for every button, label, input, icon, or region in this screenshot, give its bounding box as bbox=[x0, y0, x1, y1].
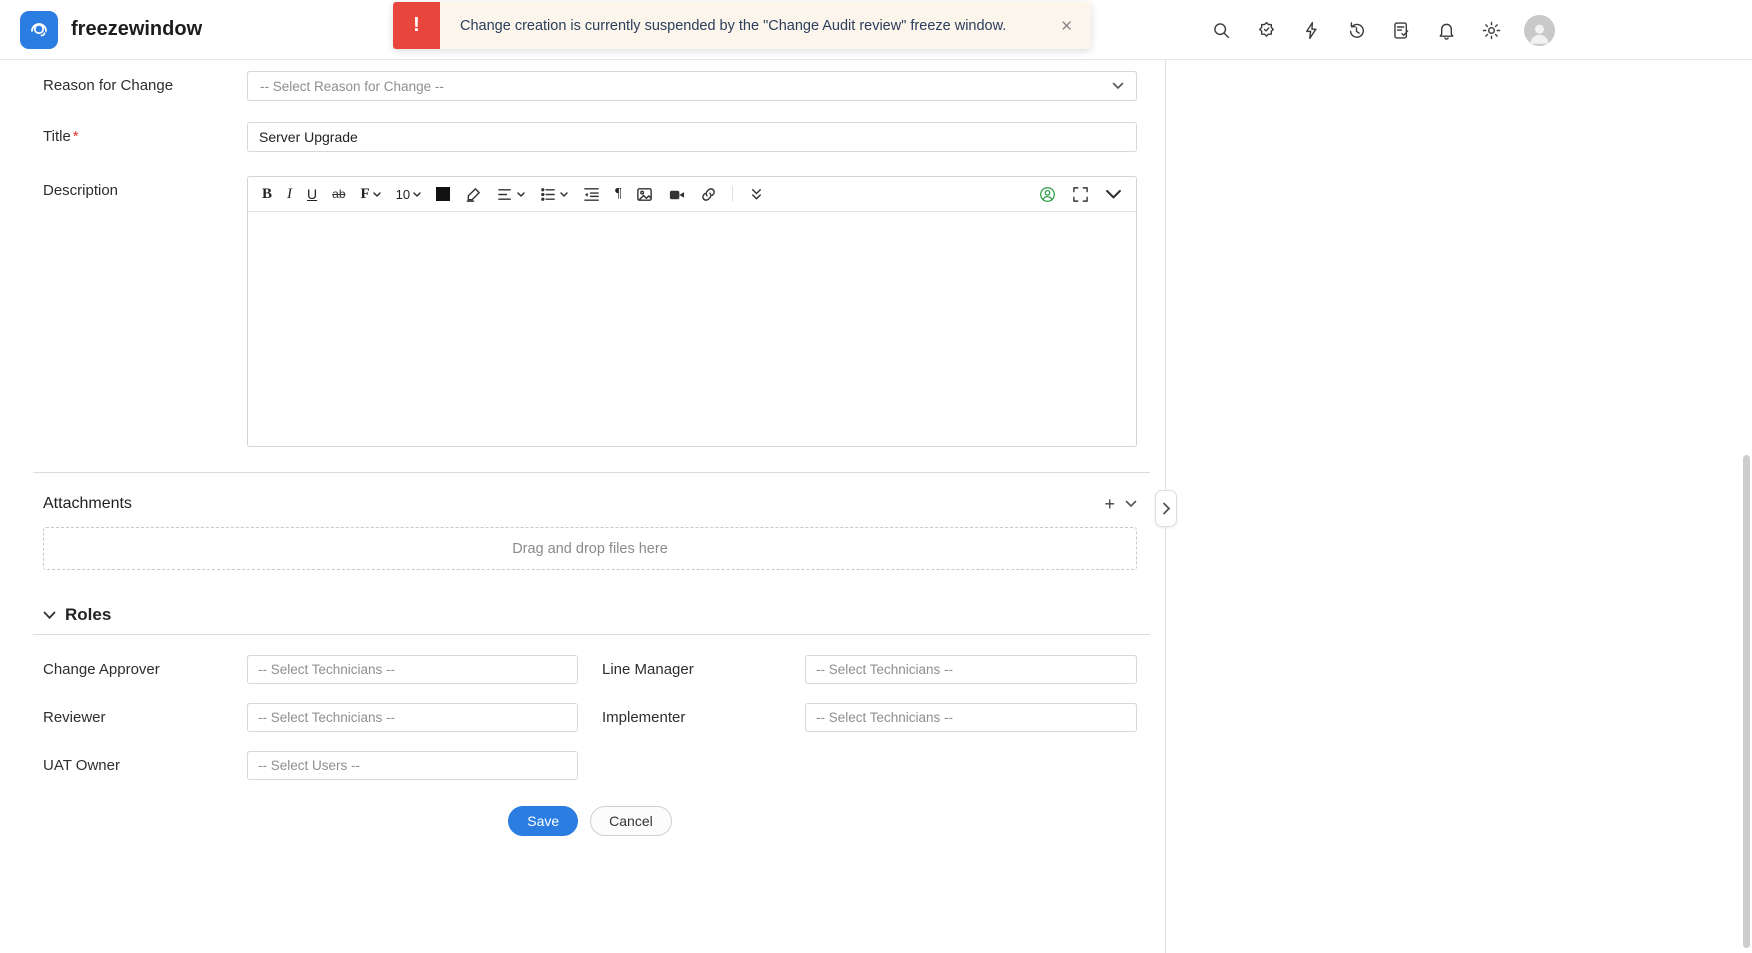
font-size-dropdown[interactable]: 10 bbox=[396, 188, 421, 201]
caret-down-icon bbox=[560, 191, 568, 197]
freeze-alert-banner: ! Change creation is currently suspended… bbox=[393, 2, 1091, 49]
attachments-collapse-icon[interactable] bbox=[1125, 500, 1137, 508]
bullet-list-icon bbox=[541, 187, 556, 201]
indent-icon[interactable] bbox=[583, 186, 600, 203]
reviewer-label: Reviewer bbox=[43, 709, 106, 726]
font-family-label: F bbox=[360, 185, 370, 202]
reason-placeholder: -- Select Reason for Change -- bbox=[260, 78, 444, 94]
app-logo[interactable] bbox=[20, 10, 58, 49]
change-approver-label: Change Approver bbox=[43, 661, 160, 678]
reviewer-input[interactable] bbox=[247, 703, 578, 732]
change-form: Reason for Change -- Select Reason for C… bbox=[0, 60, 1166, 953]
caret-down-icon bbox=[413, 191, 421, 197]
chevron-right-icon bbox=[1162, 502, 1170, 515]
title-label-text: Title bbox=[43, 128, 71, 145]
fullscreen-icon[interactable] bbox=[1072, 186, 1089, 203]
align-dropdown[interactable] bbox=[497, 186, 525, 203]
toolbar-right-group bbox=[1039, 186, 1122, 203]
vertical-scrollbar-thumb[interactable] bbox=[1743, 455, 1750, 948]
form-actions: Save Cancel bbox=[43, 806, 1137, 836]
description-editor: B I U ab F 10 ¶ bbox=[247, 176, 1137, 447]
highlight-pen-icon[interactable] bbox=[465, 186, 482, 203]
more-tools-icon[interactable] bbox=[748, 186, 765, 203]
main-area: Reason for Change -- Select Reason for C… bbox=[0, 60, 1752, 953]
search-icon[interactable] bbox=[1209, 18, 1233, 42]
insert-video-icon[interactable] bbox=[668, 186, 685, 203]
caret-down-icon bbox=[517, 191, 525, 197]
change-approver-input[interactable] bbox=[247, 655, 578, 684]
title-input[interactable] bbox=[247, 122, 1137, 152]
roles-grid: Change Approver Line Manager Reviewer Im… bbox=[43, 655, 1137, 780]
lightning-icon[interactable] bbox=[1299, 18, 1323, 42]
dropzone-text: Drag and drop files here bbox=[512, 540, 668, 557]
badge-icon[interactable] bbox=[1254, 18, 1278, 42]
task-review-icon[interactable] bbox=[1389, 18, 1413, 42]
mention-user-icon[interactable] bbox=[1039, 186, 1056, 203]
app-header: freezewindow ! Change creation is curren… bbox=[0, 0, 1752, 60]
reason-for-change-label: Reason for Change bbox=[43, 77, 174, 94]
font-family-dropdown[interactable]: F bbox=[360, 185, 381, 202]
list-dropdown[interactable] bbox=[540, 186, 568, 203]
roles-divider bbox=[33, 634, 1150, 635]
right-panel bbox=[1166, 60, 1752, 953]
headset-logo-icon bbox=[31, 22, 47, 36]
align-left-icon bbox=[498, 188, 512, 200]
underline-icon[interactable]: U bbox=[307, 187, 317, 201]
attachments-header: Attachments + bbox=[43, 495, 1137, 513]
panel-expand-button[interactable] bbox=[1155, 490, 1177, 527]
reason-for-change-select[interactable]: -- Select Reason for Change -- bbox=[247, 71, 1137, 101]
header-icon-strip bbox=[1209, 0, 1555, 60]
attachments-actions: + bbox=[1104, 495, 1137, 513]
title-label: Title * bbox=[43, 122, 247, 145]
line-manager-input[interactable] bbox=[805, 655, 1137, 684]
caret-down-icon bbox=[372, 191, 381, 197]
chevron-down-icon bbox=[1112, 82, 1124, 90]
chevron-down-icon bbox=[43, 611, 56, 619]
cancel-button[interactable]: Cancel bbox=[590, 806, 672, 836]
section-divider bbox=[33, 472, 1150, 473]
editor-collapse-icon[interactable] bbox=[1105, 186, 1122, 203]
page-title: freezewindow bbox=[71, 18, 203, 40]
font-size-value: 10 bbox=[395, 186, 411, 202]
line-manager-label: Line Manager bbox=[602, 661, 694, 678]
description-textarea[interactable] bbox=[248, 212, 1136, 446]
history-icon[interactable] bbox=[1344, 18, 1368, 42]
insert-image-icon[interactable] bbox=[636, 186, 653, 203]
font-color-button[interactable] bbox=[436, 187, 451, 201]
save-button[interactable]: Save bbox=[508, 806, 579, 836]
avatar[interactable] bbox=[1524, 14, 1555, 46]
description-label: Description bbox=[43, 182, 119, 199]
person-icon bbox=[1530, 24, 1549, 44]
bell-icon[interactable] bbox=[1434, 18, 1458, 42]
paragraph-direction-icon[interactable]: ¶ bbox=[615, 187, 621, 201]
attachments-label: Attachments bbox=[43, 495, 132, 512]
paragraph-glyph: ¶ bbox=[615, 186, 622, 201]
bold-icon[interactable]: B bbox=[262, 186, 272, 202]
alert-exclamation-icon: ! bbox=[393, 2, 440, 49]
roles-label: Roles bbox=[65, 605, 112, 624]
required-asterisk: * bbox=[72, 128, 79, 145]
alert-message: Change creation is currently suspended b… bbox=[460, 17, 1007, 34]
color-swatch bbox=[436, 187, 451, 201]
uat-owner-input[interactable] bbox=[247, 751, 578, 780]
implementer-label: Implementer bbox=[602, 709, 686, 726]
implementer-input[interactable] bbox=[805, 703, 1137, 732]
roles-section-toggle[interactable]: Roles bbox=[43, 605, 1137, 625]
alert-close-icon[interactable]: ✕ bbox=[1042, 17, 1091, 35]
gear-icon[interactable] bbox=[1479, 18, 1503, 42]
toolbar-separator bbox=[732, 186, 734, 202]
strikethrough-icon[interactable]: ab bbox=[332, 188, 345, 200]
editor-toolbar: B I U ab F 10 ¶ bbox=[248, 177, 1136, 212]
insert-link-icon[interactable] bbox=[700, 186, 717, 203]
italic-icon[interactable]: I bbox=[287, 186, 292, 202]
file-dropzone[interactable]: Drag and drop files here bbox=[43, 527, 1137, 570]
uat-owner-label: UAT Owner bbox=[43, 757, 120, 774]
add-attachment-icon[interactable]: + bbox=[1104, 495, 1115, 513]
